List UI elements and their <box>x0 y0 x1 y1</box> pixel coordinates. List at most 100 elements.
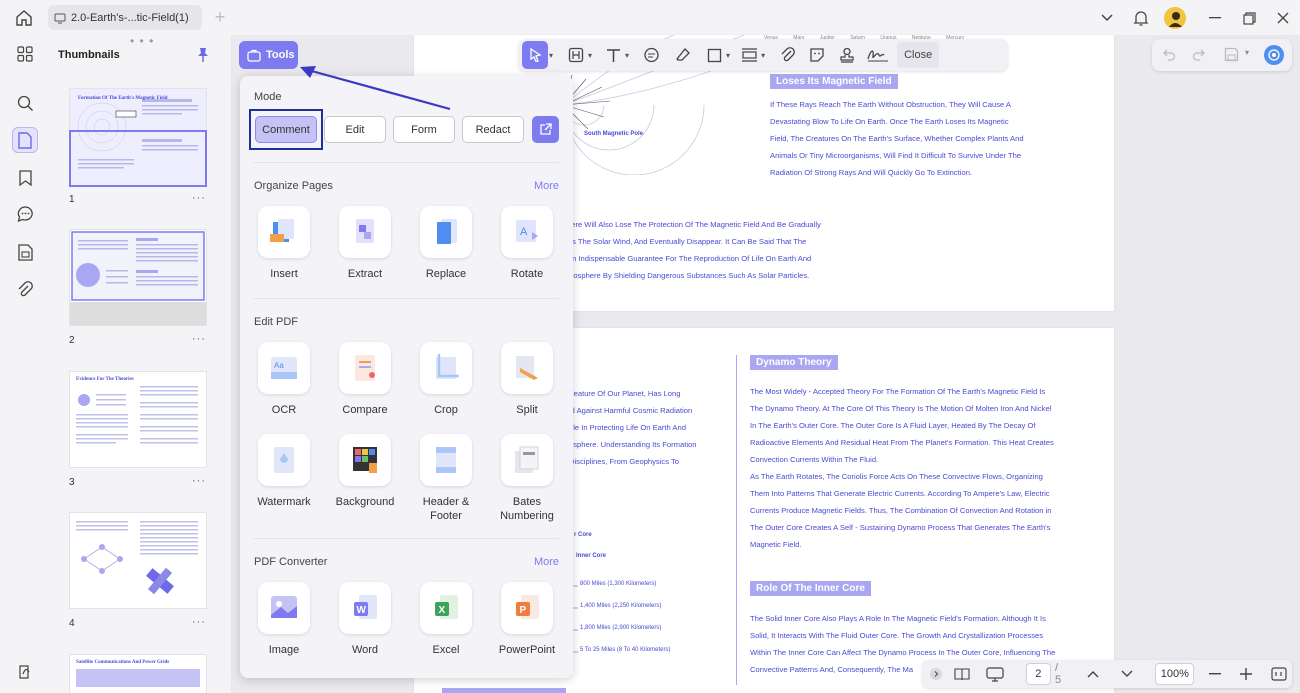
thumbnail-heading: Evidence For The Theories <box>76 377 134 382</box>
save-icon[interactable] <box>1224 47 1239 62</box>
collapse-toggle-icon[interactable] <box>926 662 945 686</box>
restore-icon[interactable] <box>1237 6 1261 30</box>
attachment-tool[interactable] <box>775 41 799 69</box>
header-footer-tool[interactable]: Header & Footer <box>411 434 481 523</box>
insert-tool[interactable]: Insert <box>249 206 319 281</box>
pdf-converter-icon[interactable] <box>12 659 38 685</box>
compare-icon <box>355 355 375 381</box>
watermark-icon <box>274 447 294 473</box>
chevron-down-icon[interactable]: ▾ <box>549 51 553 60</box>
apps-grid-icon[interactable] <box>12 41 38 67</box>
thumbnails-page-icon[interactable] <box>12 127 38 153</box>
thumbnail-more-button[interactable]: ··· <box>192 475 206 487</box>
avatar[interactable] <box>1164 7 1186 29</box>
tool-label: PowerPoint <box>498 644 556 656</box>
pin-icon[interactable] <box>196 47 210 63</box>
thumbnail-table <box>76 669 200 687</box>
thumbnail-page-5[interactable]: Satellite Communications And Power Grids <box>69 654 207 693</box>
signature-tool[interactable] <box>865 41 891 69</box>
thumbnail-page-4[interactable] <box>69 512 207 609</box>
minimize-icon[interactable] <box>1203 6 1227 30</box>
extract-tool[interactable]: Extract <box>330 206 400 281</box>
rotate-tool[interactable]: A Rotate <box>492 206 562 281</box>
document-tab[interactable]: 2.0-Earth's-...tic-Field(1) <box>48 5 202 30</box>
thumbnail-more-button[interactable]: ··· <box>192 192 206 204</box>
tool-label: Split <box>516 404 538 416</box>
eraser-tool[interactable] <box>671 41 695 69</box>
stamp-area-tool[interactable] <box>738 41 760 69</box>
ai-assistant-icon[interactable] <box>1264 45 1284 65</box>
zoom-out-icon[interactable] <box>1202 662 1227 686</box>
undo-icon[interactable] <box>1162 47 1176 61</box>
notification-bell-icon[interactable] <box>1129 6 1153 30</box>
converter-more-link[interactable]: More <box>534 556 559 568</box>
total-pages: / 5 <box>1054 662 1062 686</box>
thumbnails-title: Thumbnails <box>58 49 120 61</box>
replace-tool[interactable]: Replace <box>411 206 481 281</box>
fit-page-icon[interactable] <box>1267 662 1292 686</box>
chevron-down-icon[interactable] <box>1114 662 1139 686</box>
pole-label: South Magnetic Pole <box>584 131 644 137</box>
thumbnail-graphic <box>70 231 206 325</box>
thumbnail-page-3[interactable]: Evidence For The Theories <box>69 371 207 468</box>
shape-tool[interactable] <box>703 41 725 69</box>
text-tool[interactable] <box>602 41 624 69</box>
comment-tool[interactable] <box>639 41 663 69</box>
convert-to-image-tool[interactable]: Image <box>249 582 319 657</box>
bookmark-icon[interactable] <box>12 165 38 191</box>
new-tab-button[interactable]: + <box>210 8 230 28</box>
zoom-in-icon[interactable] <box>1234 662 1259 686</box>
mode-form-button[interactable]: Form <box>393 116 455 143</box>
chevron-down-icon[interactable]: ▾ <box>726 51 730 60</box>
chevron-down-icon[interactable]: ▾ <box>761 51 765 60</box>
home-button[interactable] <box>10 6 38 30</box>
convert-to-powerpoint-tool[interactable]: P PowerPoint <box>492 582 562 657</box>
thumbnail-more-button[interactable]: ··· <box>192 333 206 345</box>
tool-label: Word <box>351 644 379 656</box>
select-tool-button[interactable] <box>522 41 548 69</box>
tool-label: Rotate <box>510 268 544 280</box>
stamp-tool[interactable] <box>835 41 859 69</box>
mode-edit-button[interactable]: Edit <box>324 116 386 143</box>
sticker-tool[interactable] <box>805 41 829 69</box>
presentation-icon[interactable] <box>981 662 1010 686</box>
svg-text:W: W <box>357 605 367 616</box>
thumbnail-more-button[interactable]: ··· <box>192 616 206 628</box>
redo-icon[interactable] <box>1192 47 1206 61</box>
chevron-down-icon[interactable]: ▾ <box>625 51 629 60</box>
chevron-up-icon[interactable] <box>1081 662 1106 686</box>
mode-redact-button[interactable]: Redact <box>462 116 524 143</box>
zoom-level[interactable]: 100% <box>1155 663 1195 685</box>
close-window-icon[interactable] <box>1271 6 1295 30</box>
search-icon[interactable] <box>12 90 38 116</box>
chevron-down-icon[interactable]: ▾ <box>588 51 592 60</box>
header-footer-icon <box>436 447 456 473</box>
background-tool[interactable]: Background <box>330 434 400 509</box>
ocr-tool[interactable]: Aa OCR <box>249 342 319 417</box>
split-tool[interactable]: Split <box>492 342 562 417</box>
comment-icon[interactable] <box>12 201 38 227</box>
text-box-tool[interactable] <box>565 41 587 69</box>
panel-drag-handle[interactable]: • • • <box>130 34 154 48</box>
paragraph: here Will Also Lose The Protection Of Th… <box>567 220 821 280</box>
chevron-down-icon[interactable] <box>1095 6 1119 30</box>
convert-to-excel-tool[interactable]: X Excel <box>411 582 481 657</box>
mode-comment-button[interactable]: Comment <box>255 116 317 143</box>
tool-label: Extract <box>347 268 383 280</box>
open-external-button[interactable] <box>532 116 559 143</box>
attachment-icon[interactable] <box>12 276 38 302</box>
crop-tool[interactable]: Crop <box>411 342 481 417</box>
watermark-tool[interactable]: Watermark <box>249 434 319 509</box>
thumbnail-page-2[interactable] <box>69 229 207 326</box>
current-page-input[interactable]: 2 <box>1025 663 1051 685</box>
signature-icon <box>867 50 889 62</box>
bates-numbering-tool[interactable]: Bates Numbering <box>492 434 562 523</box>
convert-to-word-tool[interactable]: W Word <box>330 582 400 657</box>
close-toolbar-button[interactable]: Close <box>897 42 940 68</box>
chevron-down-icon[interactable]: ▾ <box>1245 48 1249 57</box>
compare-tool[interactable]: Compare <box>330 342 400 417</box>
organize-more-link[interactable]: More <box>534 180 559 192</box>
form-field-icon[interactable] <box>12 239 38 265</box>
reading-mode-icon[interactable] <box>947 662 976 686</box>
powerpoint-icon: P <box>516 595 539 619</box>
